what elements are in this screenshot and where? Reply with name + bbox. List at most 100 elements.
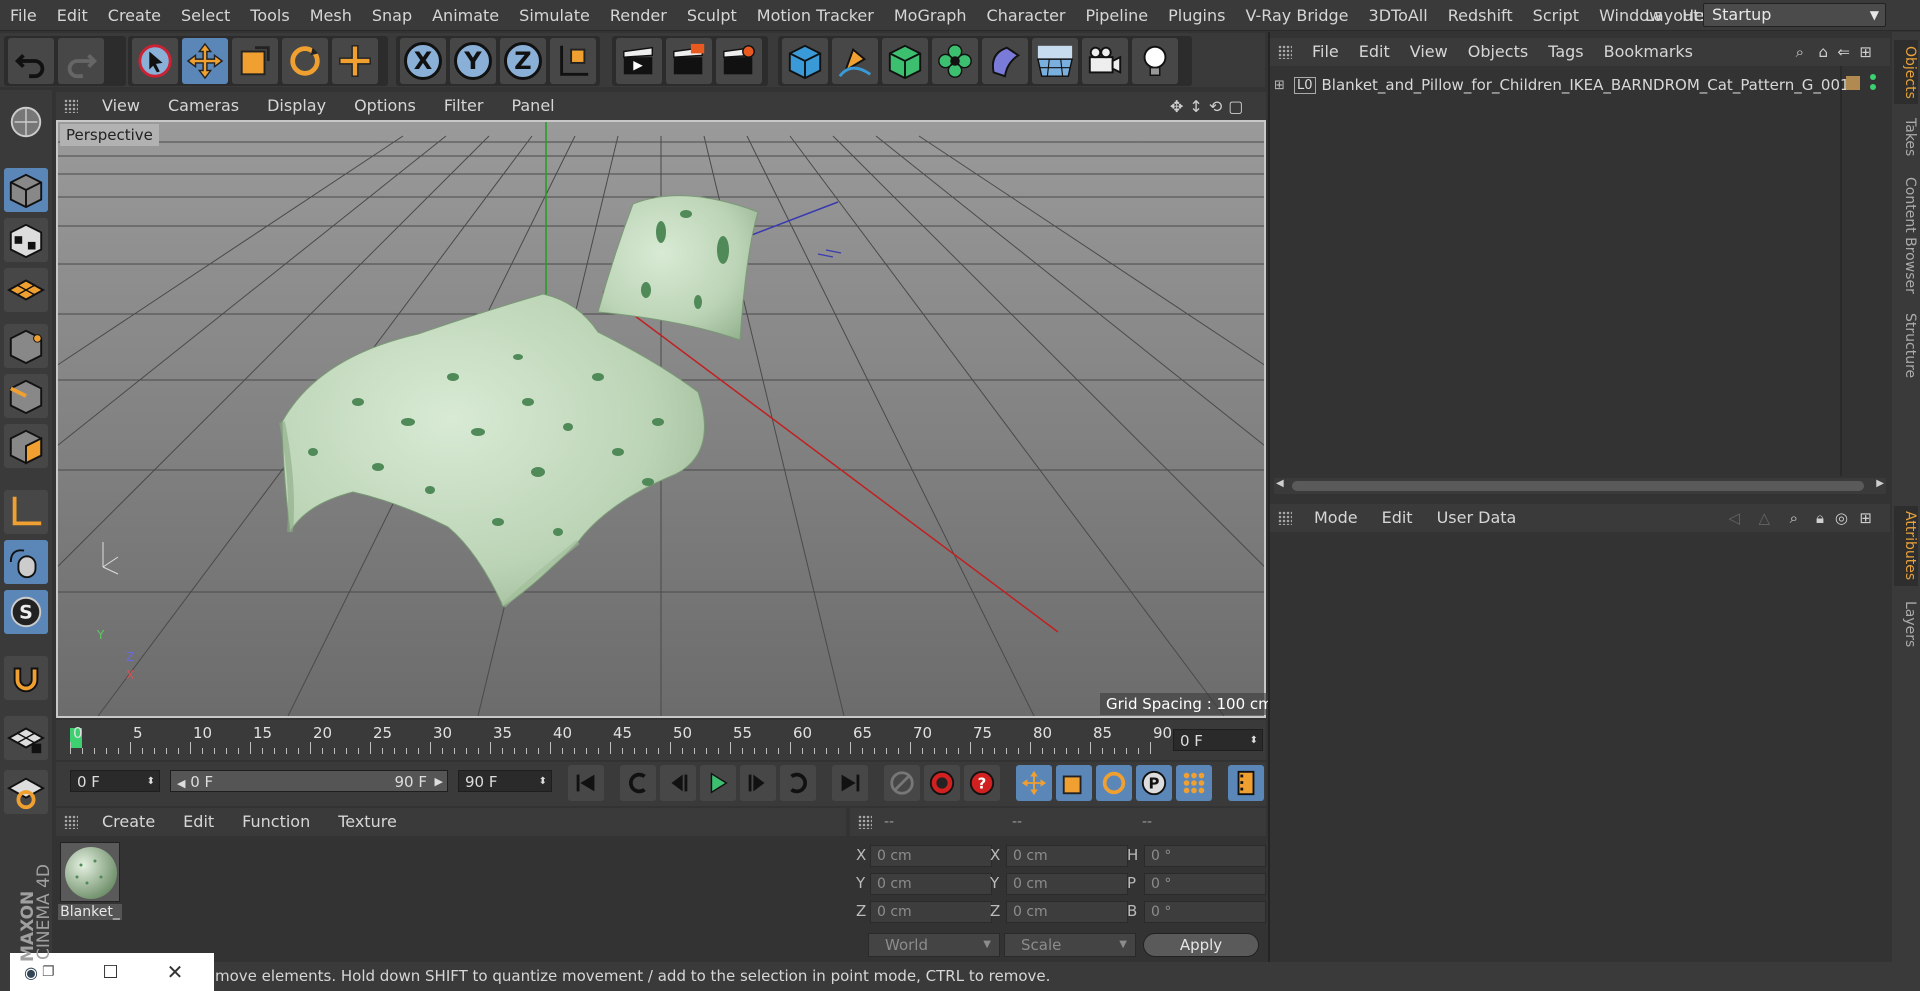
dolly-view-icon[interactable]: ↕	[1189, 97, 1202, 116]
apply-button[interactable]: Apply	[1143, 933, 1259, 957]
model-mode-button[interactable]	[4, 168, 48, 212]
menu-mograph[interactable]: MoGraph	[884, 0, 977, 31]
light-button[interactable]	[1132, 38, 1178, 84]
menu-pipeline[interactable]: Pipeline	[1076, 0, 1159, 31]
scale-key-button[interactable]	[1056, 765, 1092, 801]
maximize-window-icon[interactable]: ☐	[103, 962, 119, 983]
scrollbar-thumb[interactable]	[1292, 481, 1864, 491]
objects-menu-view[interactable]: View	[1400, 38, 1458, 66]
material-menu-texture[interactable]: Texture	[324, 808, 411, 836]
viewport-menu-view[interactable]: View	[88, 92, 154, 120]
material-menu-edit[interactable]: Edit	[169, 808, 228, 836]
preview-range-slider[interactable]: ◀ 0 F 90 F ▶	[170, 770, 448, 792]
solo-mode-button[interactable]: S	[4, 590, 48, 634]
edges-mode-button[interactable]	[4, 374, 48, 418]
target-icon[interactable]: ◎	[1835, 509, 1848, 527]
live-selection-button[interactable]	[132, 38, 178, 84]
redo-button[interactable]	[58, 38, 104, 84]
object-name[interactable]: Blanket_and_Pillow_for_Children_IKEA_BAR…	[1322, 76, 1850, 94]
objects-menu-file[interactable]: File	[1302, 38, 1349, 66]
perspective-viewport[interactable]	[56, 120, 1266, 718]
menu-snap[interactable]: Snap	[362, 0, 422, 31]
scroll-left-icon[interactable]: ◀	[1276, 478, 1284, 489]
maximize-view-icon[interactable]: ▢	[1228, 97, 1243, 116]
start-frame-field[interactable]: 0 F ⬍	[70, 770, 160, 792]
timeline-window-button[interactable]	[1228, 765, 1264, 801]
lock-icon[interactable]: 🔒︎	[1816, 509, 1824, 527]
position-key-button[interactable]	[1016, 765, 1052, 801]
y-axis-button[interactable]: Y	[450, 38, 496, 84]
floor-button[interactable]	[1032, 38, 1078, 84]
render-visibility-dot[interactable]	[1870, 84, 1876, 90]
keyframe-selection-button[interactable]: ?	[964, 765, 1000, 801]
menu-simulate[interactable]: Simulate	[509, 0, 600, 31]
objects-menu-objects[interactable]: Objects	[1458, 38, 1538, 66]
render-view-button[interactable]	[616, 38, 662, 84]
back-arrow-icon[interactable]: ◁	[1728, 509, 1740, 527]
z-axis-button[interactable]: Z	[500, 38, 546, 84]
scale-tool-button[interactable]	[232, 38, 278, 84]
menu-file[interactable]: File	[0, 0, 47, 31]
go-to-end-button[interactable]	[832, 765, 868, 801]
size-x-field[interactable]: 0 cm	[1006, 845, 1128, 867]
scroll-right-icon[interactable]: ▶	[1876, 478, 1884, 489]
next-frame-button[interactable]	[740, 765, 776, 801]
objects-menu-bookmarks[interactable]: Bookmarks	[1594, 38, 1703, 66]
menu-render[interactable]: Render	[600, 0, 677, 31]
menu-select[interactable]: Select	[171, 0, 240, 31]
menu-script[interactable]: Script	[1523, 0, 1589, 31]
rot-h-field[interactable]: 0 °	[1144, 845, 1266, 867]
attributes-menu-user-data[interactable]: User Data	[1425, 504, 1529, 532]
tab-structure[interactable]: Structure	[1894, 308, 1918, 384]
menu-plugins[interactable]: Plugins	[1158, 0, 1235, 31]
move-tool-button[interactable]	[182, 38, 228, 84]
coordinate-space-dropdown[interactable]: World ▼	[868, 933, 1000, 957]
up-arrow-icon[interactable]: △	[1758, 509, 1770, 527]
menu-edit[interactable]: Edit	[47, 0, 98, 31]
size-mode-dropdown[interactable]: Scale ▼	[1004, 933, 1136, 957]
undo-button[interactable]	[8, 38, 54, 84]
tab-layers[interactable]: Layers	[1894, 596, 1918, 652]
current-frame-field[interactable]: 0 F ⬍	[1173, 729, 1263, 751]
menu-animate[interactable]: Animate	[422, 0, 509, 31]
menu-vray-bridge[interactable]: V-Ray Bridge	[1235, 0, 1358, 31]
make-editable-button[interactable]	[4, 100, 48, 144]
tab-objects[interactable]: Objects	[1894, 40, 1918, 104]
search-icon[interactable]: ⌕	[1790, 509, 1798, 527]
viewport-menu-display[interactable]: Display	[253, 92, 340, 120]
cube-primitive-button[interactable]	[782, 38, 828, 84]
deformer-button[interactable]	[982, 38, 1028, 84]
objects-menu-tags[interactable]: Tags	[1538, 38, 1593, 66]
back-arrow-icon[interactable]: ⇐	[1837, 43, 1850, 61]
rot-p-field[interactable]: 0 °	[1144, 873, 1266, 895]
menu-redshift[interactable]: Redshift	[1438, 0, 1523, 31]
rotation-key-button[interactable]	[1096, 765, 1132, 801]
camera-label[interactable]: Perspective	[60, 124, 159, 146]
pos-x-field[interactable]: 0 cm	[870, 845, 992, 867]
coordinate-system-button[interactable]	[550, 38, 596, 84]
menu-tools[interactable]: Tools	[240, 0, 299, 31]
material-menu-function[interactable]: Function	[228, 808, 324, 836]
pos-z-field[interactable]: 0 cm	[870, 901, 992, 923]
new-panel-icon[interactable]: ⊞	[1859, 43, 1872, 61]
viewport-menu-filter[interactable]: Filter	[430, 92, 498, 120]
planar-workplane-button[interactable]	[4, 770, 48, 814]
size-y-field[interactable]: 0 cm	[1006, 873, 1128, 895]
size-z-field[interactable]: 0 cm	[1006, 901, 1128, 923]
axis-mode-button[interactable]	[4, 490, 48, 534]
end-frame-field[interactable]: 90 F ⬍	[458, 770, 552, 792]
tab-takes[interactable]: Takes	[1894, 112, 1918, 162]
close-window-icon[interactable]: ✕	[167, 960, 184, 984]
material-menu-create[interactable]: Create	[88, 808, 169, 836]
material-tag-icon[interactable]	[1846, 76, 1860, 90]
layout-dropdown[interactable]: Startup ▼	[1703, 3, 1886, 27]
pan-view-icon[interactable]: ✥	[1170, 97, 1183, 116]
render-settings-button[interactable]	[716, 38, 762, 84]
menu-mesh[interactable]: Mesh	[300, 0, 362, 31]
new-panel-icon[interactable]: ⊞	[1859, 509, 1872, 527]
go-to-start-button[interactable]	[568, 765, 604, 801]
objects-menu-edit[interactable]: Edit	[1349, 38, 1400, 66]
previous-frame-button[interactable]	[660, 765, 696, 801]
snap-button[interactable]	[4, 656, 48, 700]
tab-attributes[interactable]: Attributes	[1894, 506, 1918, 586]
